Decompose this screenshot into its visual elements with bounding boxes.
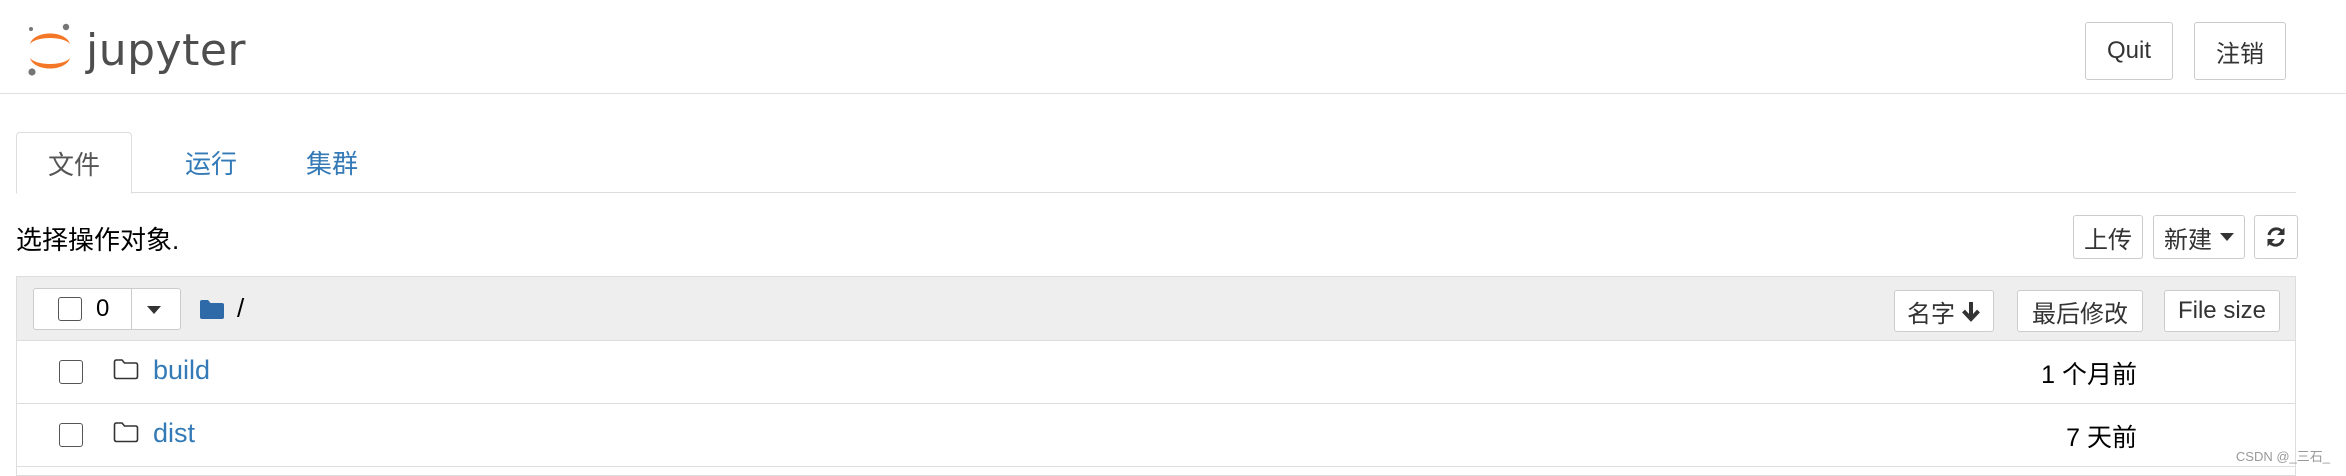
tab-clusters[interactable]: 集群 (276, 132, 388, 192)
folder-solid-icon[interactable] (199, 298, 225, 320)
folder-icon (113, 422, 139, 443)
sort-by-size-button[interactable]: File size (2164, 290, 2280, 332)
item-name-link[interactable]: dist (153, 418, 195, 449)
arrow-down-icon (1962, 302, 1980, 322)
new-button-label: 新建 (2164, 226, 2212, 254)
file-list-panel: 0 / 名字 最后修改 File size build 1 个月前 dist 7… (16, 276, 2296, 476)
sort-name-label: 名字 (1907, 300, 1955, 328)
sort-by-modified-button[interactable]: 最后修改 (2017, 290, 2143, 332)
upload-button[interactable]: 上传 (2073, 215, 2143, 259)
item-checkbox[interactable] (59, 423, 83, 447)
tab-files[interactable]: 文件 (16, 132, 132, 194)
watermark: CSDN @_三石_ (2235, 449, 2330, 464)
header-bar: jupyter Quit 注销 (0, 0, 2346, 94)
caret-down-icon (2220, 233, 2234, 241)
jupyter-logo-icon (28, 23, 70, 76)
jupyter-logo[interactable]: jupyter (22, 20, 246, 80)
refresh-button[interactable] (2254, 215, 2298, 259)
item-name-link[interactable]: build (153, 355, 210, 386)
refresh-icon (2267, 227, 2285, 247)
file-list-header: 0 / 名字 最后修改 File size (17, 277, 2295, 341)
new-dropdown-button[interactable]: 新建 (2153, 215, 2245, 259)
list-item[interactable]: build 1 个月前 (17, 341, 2295, 404)
app-title: jupyter (86, 24, 246, 76)
tab-running[interactable]: 运行 (152, 132, 270, 192)
select-all-control[interactable]: 0 (33, 288, 181, 330)
tab-bar: 文件 运行 集群 (16, 132, 2296, 194)
select-divider (131, 289, 132, 329)
breadcrumb: / (199, 293, 244, 324)
sort-by-name-button[interactable]: 名字 (1894, 290, 1994, 332)
quit-button[interactable]: Quit (2085, 22, 2173, 80)
selection-hint: 选择操作对象. (16, 225, 180, 255)
breadcrumb-root[interactable]: / (237, 293, 244, 324)
logout-button[interactable]: 注销 (2194, 22, 2286, 80)
folder-icon (113, 359, 139, 380)
item-checkbox[interactable] (59, 360, 83, 384)
selected-count: 0 (96, 295, 110, 322)
item-modified: 7 天前 (2066, 424, 2137, 452)
item-modified: 1 个月前 (2041, 361, 2137, 389)
list-item[interactable]: dist 7 天前 (17, 404, 2295, 467)
select-all-checkbox[interactable] (58, 297, 82, 321)
select-menu-caret-icon[interactable] (147, 306, 161, 314)
